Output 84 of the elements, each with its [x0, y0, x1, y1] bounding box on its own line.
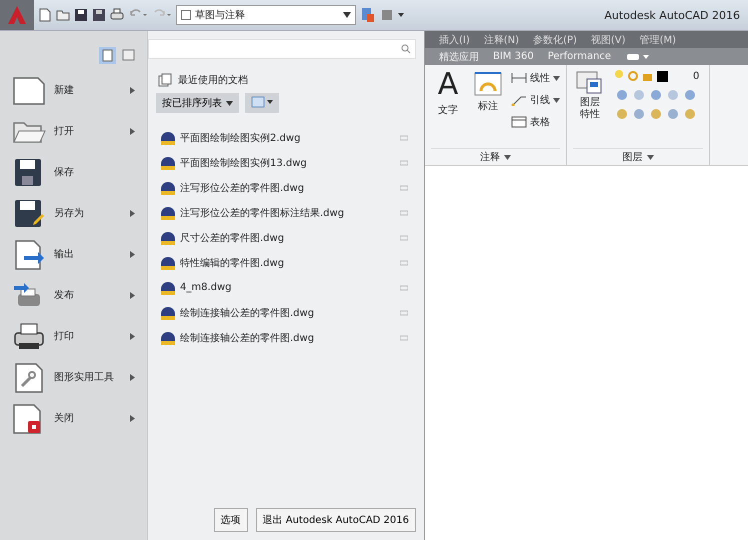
- drawing-file-icon: [160, 254, 176, 270]
- menu-command[interactable]: 新建: [12, 70, 141, 111]
- pin-icon[interactable]: [400, 310, 408, 316]
- caret-icon[interactable]: [504, 154, 511, 160]
- workspace-dropdown[interactable]: 草图与注释: [176, 5, 356, 25]
- menu-command[interactable]: 另存为: [12, 193, 141, 234]
- recent-file[interactable]: 绘制连接轴公差的零件图.dwg: [148, 325, 416, 350]
- menu-icon[interactable]: [380, 8, 406, 22]
- search-icon: [401, 44, 411, 54]
- drawing-file-icon: [160, 180, 176, 196]
- drawing-file-icon: [160, 330, 176, 346]
- table-icon: [511, 116, 527, 128]
- layer-name[interactable]: 0: [693, 70, 700, 82]
- floppy-disk-icon: [12, 198, 46, 230]
- pin-icon[interactable]: [400, 160, 408, 166]
- pin-icon[interactable]: [400, 234, 408, 240]
- drawing-file-icon: [160, 204, 176, 220]
- view-dropdown[interactable]: [245, 93, 279, 113]
- layer-properties-tool[interactable]: 图层特性: [573, 69, 607, 148]
- caret-icon[interactable]: [646, 154, 654, 160]
- recent-file[interactable]: 注写形位公差的零件图.dwg: [148, 175, 416, 200]
- panel-title[interactable]: 图层: [622, 150, 642, 164]
- window-title: Autodesk AutoCAD 2016: [604, 8, 740, 22]
- pin-icon[interactable]: [400, 134, 408, 140]
- menu-command[interactable]: 发布: [12, 275, 141, 316]
- menu-command[interactable]: 保存: [12, 152, 141, 193]
- folder-icon[interactable]: [56, 8, 70, 22]
- linear-dimension-icon: [511, 72, 527, 84]
- recent-documents-icon[interactable]: [99, 47, 116, 64]
- more-tabs-icon[interactable]: [625, 52, 652, 62]
- caret-icon: [226, 100, 233, 106]
- text-tool[interactable]: A 文字: [431, 69, 465, 148]
- pin-icon[interactable]: [400, 284, 408, 290]
- drawing-file-icon: [160, 230, 176, 246]
- layer-state-icon[interactable]: [360, 7, 376, 23]
- recent-file[interactable]: 绘制连接轴公差的零件图.dwg: [148, 300, 416, 325]
- menu-footer-button[interactable]: 选项: [214, 508, 248, 532]
- documents-icon: [158, 73, 172, 87]
- panel-title[interactable]: 注释: [480, 150, 500, 164]
- new-file-icon[interactable]: [38, 8, 52, 22]
- sort-dropdown[interactable]: 按已排序列表: [156, 93, 239, 113]
- logo-icon: [6, 4, 28, 26]
- linear-tool[interactable]: 线性: [511, 69, 560, 87]
- ribbon-tab[interactable]: 参数化(P): [533, 32, 577, 46]
- leader-tool[interactable]: 引线: [511, 91, 560, 109]
- save-icon[interactable]: [74, 8, 88, 22]
- caret-icon: [553, 76, 560, 80]
- menu-command[interactable]: 关闭: [12, 398, 141, 439]
- menu-footer-button[interactable]: 退出 Autodesk AutoCAD 2016: [256, 508, 416, 532]
- caret-icon: [343, 12, 351, 18]
- menu-command[interactable]: 图形实用工具: [12, 357, 141, 398]
- pin-icon[interactable]: [400, 334, 408, 340]
- menu-command[interactable]: 输出: [12, 234, 141, 275]
- dimension-icon: [473, 69, 503, 97]
- icon-view-icon: [251, 96, 273, 108]
- recent-file[interactable]: 特性编辑的零件图.dwg: [148, 250, 416, 275]
- menu-command[interactable]: 打印: [12, 316, 141, 357]
- text-icon: A: [438, 69, 458, 101]
- ribbon-tab[interactable]: 管理(M): [640, 32, 676, 46]
- pin-icon[interactable]: [400, 260, 408, 266]
- recent-file[interactable]: 注写形位公差的零件图标注结果.dwg: [148, 200, 416, 225]
- recent-file[interactable]: 尺寸公差的零件图.dwg: [148, 225, 416, 250]
- save-as-icon[interactable]: [92, 8, 106, 22]
- pin-icon[interactable]: [400, 210, 408, 216]
- recent-documents-heading: 最近使用的文档: [178, 74, 248, 87]
- leader-icon: [511, 94, 527, 106]
- drawing-file-icon: [160, 130, 176, 146]
- caret-icon: [553, 98, 560, 102]
- ribbon-tab[interactable]: 视图(V): [590, 32, 626, 46]
- ribbon-tab[interactable]: 插入(I): [439, 32, 470, 46]
- recent-file[interactable]: 4_m8.dwg: [148, 275, 416, 300]
- ribbon-tab[interactable]: 注释(N): [484, 32, 520, 46]
- printer-icon[interactable]: [110, 8, 124, 22]
- drawing-file-icon: [160, 304, 176, 320]
- recent-file[interactable]: 平面图绘制绘图实例2.dwg: [148, 125, 416, 150]
- drawing-file-icon: [160, 154, 176, 170]
- search-field[interactable]: [148, 39, 416, 59]
- dimension-tool[interactable]: 标注: [471, 69, 505, 148]
- blank-page-icon: [12, 74, 46, 106]
- drawing-file-icon: [160, 280, 176, 296]
- table-tool[interactable]: 表格: [511, 113, 560, 131]
- pin-icon[interactable]: [400, 184, 408, 190]
- recent-file[interactable]: 平面图绘制绘图实例13.dwg: [148, 150, 416, 175]
- menu-command[interactable]: 打开: [12, 111, 141, 152]
